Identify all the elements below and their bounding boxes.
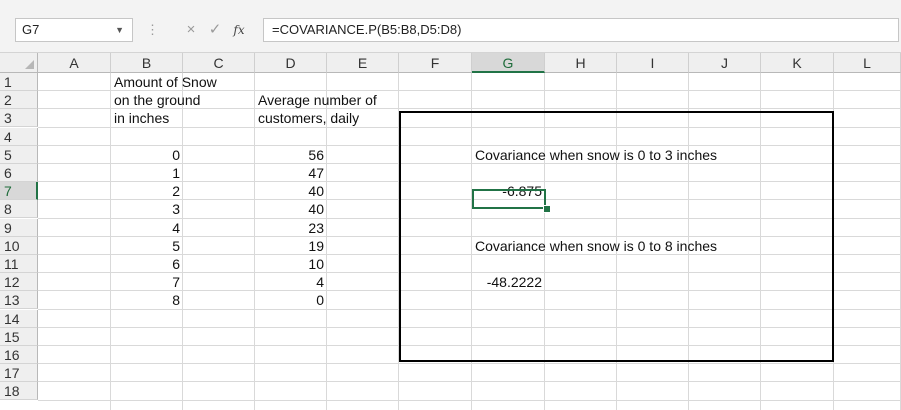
cancel-icon[interactable]: × [180, 18, 202, 42]
cell-d13[interactable]: 0 [255, 291, 324, 309]
cell-d9[interactable]: 23 [255, 219, 324, 237]
name-box[interactable]: G7 ▼ [15, 18, 133, 42]
formula-input[interactable]: =COVARIANCE.P(B5:B8,D5:D8) [263, 18, 899, 42]
row-header-18[interactable]: 18 [0, 382, 38, 400]
cell-b12[interactable]: 7 [111, 273, 180, 291]
row-header-17[interactable]: 17 [0, 364, 38, 382]
column-header-h[interactable]: H [545, 53, 617, 73]
grid-column-line [182, 73, 183, 410]
cell-d3[interactable]: customers, daily [258, 109, 359, 127]
row-header-13[interactable]: 13 [0, 291, 38, 309]
cell-d10[interactable]: 19 [255, 237, 324, 255]
row-header-9[interactable]: 9 [0, 219, 38, 237]
select-all-corner[interactable] [0, 53, 38, 73]
cell-d11[interactable]: 10 [255, 255, 324, 273]
column-header-a[interactable]: A [38, 53, 111, 73]
cell-d12[interactable]: 4 [255, 273, 324, 291]
column-header-j[interactable]: J [689, 53, 761, 73]
column-header-g[interactable]: G [472, 53, 545, 73]
cell-d7[interactable]: 40 [255, 182, 324, 200]
column-header-c[interactable]: C [183, 53, 255, 73]
cell-b10[interactable]: 5 [111, 237, 180, 255]
column-header-i[interactable]: I [617, 53, 689, 73]
grid-row-line [38, 363, 901, 364]
column-header-b[interactable]: B [111, 53, 183, 73]
row-header-8[interactable]: 8 [0, 200, 38, 218]
column-header-d[interactable]: D [255, 53, 327, 73]
column-header-e[interactable]: E [327, 53, 399, 73]
cell-d6[interactable]: 47 [255, 164, 324, 182]
enter-icon[interactable]: ✓ [204, 18, 226, 42]
row-header-16[interactable]: 16 [0, 346, 38, 364]
cell-b6[interactable]: 1 [111, 164, 180, 182]
cell-b13[interactable]: 8 [111, 291, 180, 309]
formula-bar: G7 ▼ ⋮ × ✓ fx =COVARIANCE.P(B5:B8,D5:D8) [0, 0, 901, 53]
cell-b2[interactable]: on the ground [114, 91, 200, 109]
row-header-11[interactable]: 11 [0, 255, 38, 273]
cell-b3[interactable]: in inches [114, 109, 169, 127]
row-header-3[interactable]: 3 [0, 109, 38, 127]
more-options-icon[interactable]: ⋮ [146, 18, 159, 42]
column-header-k[interactable]: K [761, 53, 834, 73]
row-header-10[interactable]: 10 [0, 237, 38, 255]
cell-b1[interactable]: Amount of Snow [114, 73, 217, 91]
name-box-dropdown-icon[interactable]: ▼ [115, 19, 124, 41]
outlined-range-border [399, 111, 834, 362]
row-header-5[interactable]: 5 [0, 146, 38, 164]
grid-row-line [38, 400, 901, 401]
cell-b8[interactable]: 3 [111, 200, 180, 218]
column-header-f[interactable]: F [399, 53, 472, 73]
cell-b7[interactable]: 2 [111, 182, 180, 200]
row-header-6[interactable]: 6 [0, 164, 38, 182]
cell-b9[interactable]: 4 [111, 219, 180, 237]
row-header-12[interactable]: 12 [0, 273, 38, 291]
cell-b5[interactable]: 0 [111, 146, 180, 164]
fill-handle[interactable] [543, 205, 551, 213]
grid-row-line [38, 381, 901, 382]
row-header-7[interactable]: 7 [0, 182, 38, 200]
cell-d8[interactable]: 40 [255, 200, 324, 218]
row-header-2[interactable]: 2 [0, 91, 38, 109]
row-header-1[interactable]: 1 [0, 73, 38, 91]
active-cell-outline [472, 189, 546, 209]
cell-b11[interactable]: 6 [111, 255, 180, 273]
cell-d2[interactable]: Average number of [258, 91, 377, 109]
column-header-l[interactable]: L [834, 53, 901, 73]
row-header-14[interactable]: 14 [0, 310, 38, 328]
row-header-15[interactable]: 15 [0, 328, 38, 346]
insert-function-icon[interactable]: fx [228, 18, 250, 42]
cell-d5[interactable]: 56 [255, 146, 324, 164]
name-box-value: G7 [22, 22, 40, 37]
row-header-4[interactable]: 4 [0, 128, 38, 146]
